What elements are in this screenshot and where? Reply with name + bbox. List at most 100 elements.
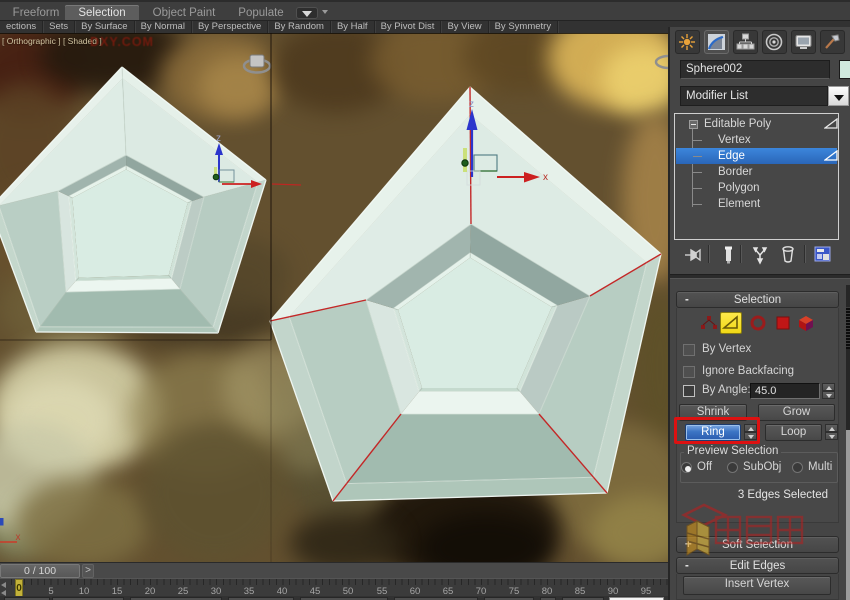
pin-stack-icon[interactable] [684,245,702,265]
stack-row-polygon[interactable]: Polygon [676,180,837,196]
command-panel-tabs [672,30,850,56]
stack-row-element[interactable]: Element [676,196,837,212]
stack-row-border[interactable]: Border [676,164,837,180]
by-angle-checkbox[interactable] [683,385,695,397]
element-subobject-icon[interactable] [795,312,817,334]
angle-value-field[interactable]: 45.0 [750,383,820,399]
ribbon-panel-by-surface[interactable]: By Surface [75,21,134,33]
rollout-header-soft-selection[interactable]: + Soft Selection [676,536,839,553]
edge-icon [721,313,741,333]
pentagon-object-left [0,67,266,333]
modifier-stack[interactable]: Editable Poly Vertex Edge Border Polygon [674,113,839,240]
by-angle-label: By Angle: [702,384,751,396]
preview-off-label: Off [697,461,712,473]
preview-multi-label: Multi [808,461,832,473]
spinner-down[interactable] [825,432,838,440]
panel-tab-modify[interactable] [704,30,729,54]
ignore-backfacing-checkbox[interactable] [683,366,695,378]
preview-subobj-radio[interactable] [727,462,738,473]
tree-tick [693,156,702,157]
ribbon-panel-by-pivot-dist[interactable]: By Pivot Dist [375,21,442,33]
collapse-icon[interactable] [689,120,698,129]
panel-tab-motion[interactable] [762,30,787,54]
ribbon-options-caret-icon[interactable] [322,10,328,14]
ribbon-panel-by-symmetry[interactable]: By Symmetry [489,21,558,33]
make-unique-icon[interactable] [752,245,770,265]
preview-off-radio[interactable] [681,462,692,473]
ribbon-panel-by-view[interactable]: By View [441,21,488,33]
modifier-list-arrow-button[interactable] [828,86,849,106]
rollout-header-selection[interactable]: - Selection [676,291,839,308]
trackbar-scroll-icons[interactable] [0,581,9,595]
hierarchy-icon [736,33,755,51]
loop-button[interactable]: Loop [765,424,822,441]
next-frame-button[interactable]: > [82,564,94,578]
track-bar[interactable]: 5 10 15 20 25 30 35 40 45 50 55 60 65 70… [0,578,668,596]
edge-subobject-button[interactable] [720,312,742,334]
insert-vertex-button[interactable]: Insert Vertex [683,576,831,595]
spinner-up[interactable] [822,383,835,391]
show-end-result-icon[interactable] [720,245,738,265]
time-slider-handle[interactable]: 0 / 100 [0,564,80,578]
stack-row-vertex[interactable]: Vertex [676,132,837,148]
panel-scrollbar-thumb[interactable] [846,307,850,349]
viewcube-remnant-left[interactable] [244,55,270,73]
spinner-up[interactable] [825,424,838,432]
viewport-label[interactable]: [ Orthographic ] [ Shaded ] [2,36,102,46]
vertex-subobject-icon[interactable] [698,312,720,334]
stack-label[interactable]: Element [718,196,760,212]
ribbon-panel-by-perspective[interactable]: By Perspective [192,21,268,33]
viewcube-remnant-main[interactable] [656,56,668,68]
ribbon-panel-by-random[interactable]: By Random [268,21,331,33]
rollout-header-edit-edges[interactable]: - Edit Edges [676,557,839,574]
ribbon-tab-bar: Freeform Selection Object Paint Populate [0,0,850,20]
subobject-buttons [670,311,850,337]
ribbon-minimize-button[interactable] [296,7,318,19]
3dsmax-app: Freeform Selection Object Paint Populate… [0,0,850,600]
stack-row-edge[interactable]: Edge [676,148,837,164]
border-subobject-icon[interactable] [747,312,769,334]
angle-spinner[interactable] [822,383,835,399]
grow-button[interactable]: Grow [758,404,835,421]
by-vertex-label: By Vertex [702,343,751,355]
utilities-icon [823,33,842,51]
ribbon-panel-by-half[interactable]: By Half [331,21,375,33]
spinner-down[interactable] [822,391,835,399]
object-name-field[interactable]: Sphere002 [680,60,830,79]
panel-tab-display[interactable] [791,30,816,54]
selection-status-text: 3 Edges Selected [738,489,828,501]
configure-modifier-sets-icon[interactable] [814,245,832,265]
panel-tab-hierarchy[interactable] [733,30,758,54]
rollout-title: Soft Selection [722,539,793,551]
rollout-title: Edit Edges [730,560,786,572]
modifier-list-dropdown[interactable]: Modifier List [680,86,828,106]
current-frame-marker[interactable]: 0 [15,579,23,597]
ribbon-panel-ections[interactable]: ections [0,21,43,33]
panel-tab-create[interactable] [675,30,700,54]
stack-row-editable-poly[interactable]: Editable Poly [676,116,837,132]
ignore-backfacing-label: Ignore Backfacing [702,365,794,377]
subobject-arrow-icon [824,150,840,162]
by-vertex-checkbox[interactable] [683,344,695,356]
panel-tab-utilities[interactable] [820,30,845,54]
axis-label-x: x [543,172,548,183]
viewport-area[interactable]: z z x [0,33,668,562]
panel-scrollbar-light[interactable] [846,430,850,600]
polygon-subobject-icon[interactable] [772,312,794,334]
expand-plus-icon: + [685,537,695,553]
ribbon-panel-sets[interactable]: Sets [43,21,75,33]
stack-label[interactable]: Vertex [718,132,751,148]
stack-label[interactable]: Polygon [718,180,760,196]
stack-label[interactable]: Editable Poly [704,116,771,132]
modify-icon [707,33,726,51]
loop-spinner[interactable] [825,424,838,440]
ribbon-panel-by-normal[interactable]: By Normal [135,21,192,33]
stack-label[interactable]: Border [718,164,753,180]
panel-separator [670,274,850,279]
remove-modifier-icon[interactable] [780,245,798,265]
create-icon [678,33,697,51]
tree-tick [693,140,702,141]
preview-multi-radio[interactable] [792,462,803,473]
object-color-swatch[interactable] [839,60,850,79]
stack-label[interactable]: Edge [718,148,745,164]
